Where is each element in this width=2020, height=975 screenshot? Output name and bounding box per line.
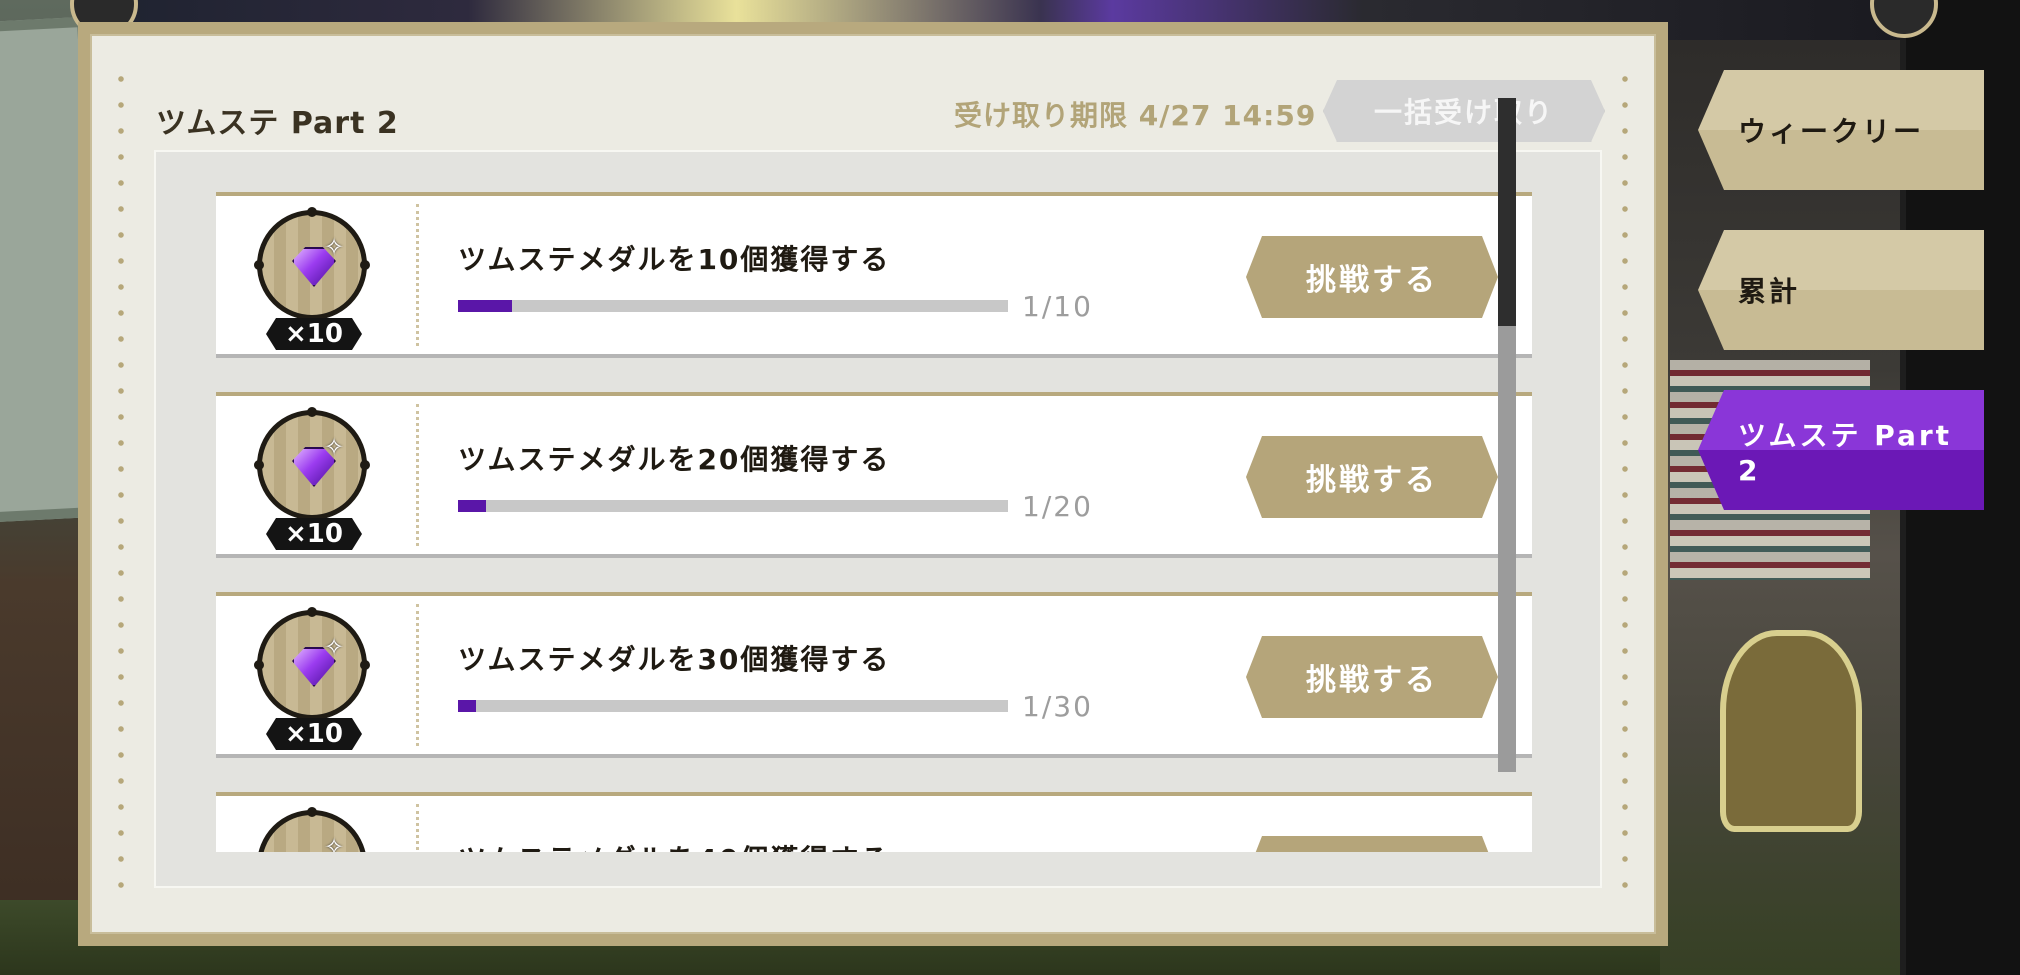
- reward-icon: ✧ ×10: [252, 606, 372, 754]
- mission-panel-inner: ツムステ Part 2 受け取り期限 4/27 14:59 一括受け取り ✧ ×…: [90, 34, 1656, 934]
- medal-icon: ✧: [254, 607, 370, 720]
- mission-row: ✧ ×10 ツムステメダルを10個獲得する 1/10 挑戦する: [216, 192, 1532, 358]
- reward-count: ×10: [266, 718, 362, 750]
- reward-count: ×10: [266, 518, 362, 550]
- row-divider: [416, 604, 419, 746]
- mission-description: ツムステメダルを10個獲得する: [458, 243, 891, 276]
- mission-description: ツムステメダルを30個獲得する: [458, 643, 891, 676]
- dotted-border-left: [118, 66, 124, 902]
- tab-total[interactable]: 累計: [1698, 230, 1984, 350]
- reward-icon: ✧: [252, 806, 372, 852]
- medal-icon: ✧: [257, 807, 367, 852]
- challenge-button[interactable]: [1246, 836, 1498, 852]
- row-divider: [416, 404, 419, 546]
- progress-bar: [458, 700, 1008, 712]
- bulk-claim-button[interactable]: 一括受け取り: [1323, 80, 1605, 142]
- mission-list[interactable]: ✧ ×10 ツムステメダルを10個獲得する 1/10 挑戦する ✧ ×10 ツム…: [154, 150, 1602, 888]
- mission-description: ツムステメダルを20個獲得する: [458, 443, 891, 476]
- progress-count: 1/30: [1022, 690, 1093, 723]
- reward-count: ×10: [266, 318, 362, 350]
- challenge-button[interactable]: 挑戦する: [1246, 236, 1498, 318]
- sparkle-icon: ✧: [324, 633, 345, 661]
- tab-tsumste-part2[interactable]: ツムステ Part 2: [1698, 390, 1984, 510]
- row-divider: [416, 204, 419, 346]
- progress-bar: [458, 300, 1008, 312]
- sparkle-icon: ✧: [324, 433, 345, 461]
- medal-icon: ✧: [254, 207, 370, 320]
- challenge-button[interactable]: 挑戦する: [1246, 636, 1498, 718]
- scrollbar-thumb[interactable]: [1498, 98, 1516, 326]
- claim-deadline: 受け取り期限 4/27 14:59: [954, 99, 1317, 132]
- mission-list-viewport: ✧ ×10 ツムステメダルを10個獲得する 1/10 挑戦する ✧ ×10 ツム…: [156, 192, 1600, 852]
- tab-weekly[interactable]: ウィークリー: [1698, 70, 1984, 190]
- row-divider: [416, 804, 419, 852]
- progress-fill: [458, 300, 512, 312]
- sparkle-icon: ✧: [324, 833, 345, 852]
- background-chair: [1720, 630, 1862, 832]
- panel-title: ツムステ Part 2: [156, 106, 399, 141]
- mission-row: ✧ ×10 ツムステメダルを20個獲得する 1/20 挑戦する: [216, 392, 1532, 558]
- dotted-border-right: [1622, 66, 1628, 902]
- scrollbar[interactable]: [1498, 98, 1516, 772]
- challenge-button[interactable]: 挑戦する: [1246, 436, 1498, 518]
- sparkle-icon: ✧: [324, 233, 345, 261]
- mission-panel: ツムステ Part 2 受け取り期限 4/27 14:59 一括受け取り ✧ ×…: [78, 22, 1668, 946]
- reward-icon: ✧ ×10: [252, 206, 372, 354]
- progress-fill: [458, 500, 486, 512]
- medal-icon: ✧: [254, 407, 370, 520]
- mission-row: ✧ ×10 ツムステメダルを30個獲得する 1/30 挑戦する: [216, 592, 1532, 758]
- progress-count: 1/10: [1022, 290, 1093, 323]
- progress-bar: [458, 500, 1008, 512]
- reward-icon: ✧ ×10: [252, 406, 372, 554]
- mission-row: ✧ ツムステメダルを40個獲得する: [216, 792, 1532, 852]
- progress-count: 1/20: [1022, 490, 1093, 523]
- mission-description: ツムステメダルを40個獲得する: [458, 838, 890, 852]
- progress-fill: [458, 700, 476, 712]
